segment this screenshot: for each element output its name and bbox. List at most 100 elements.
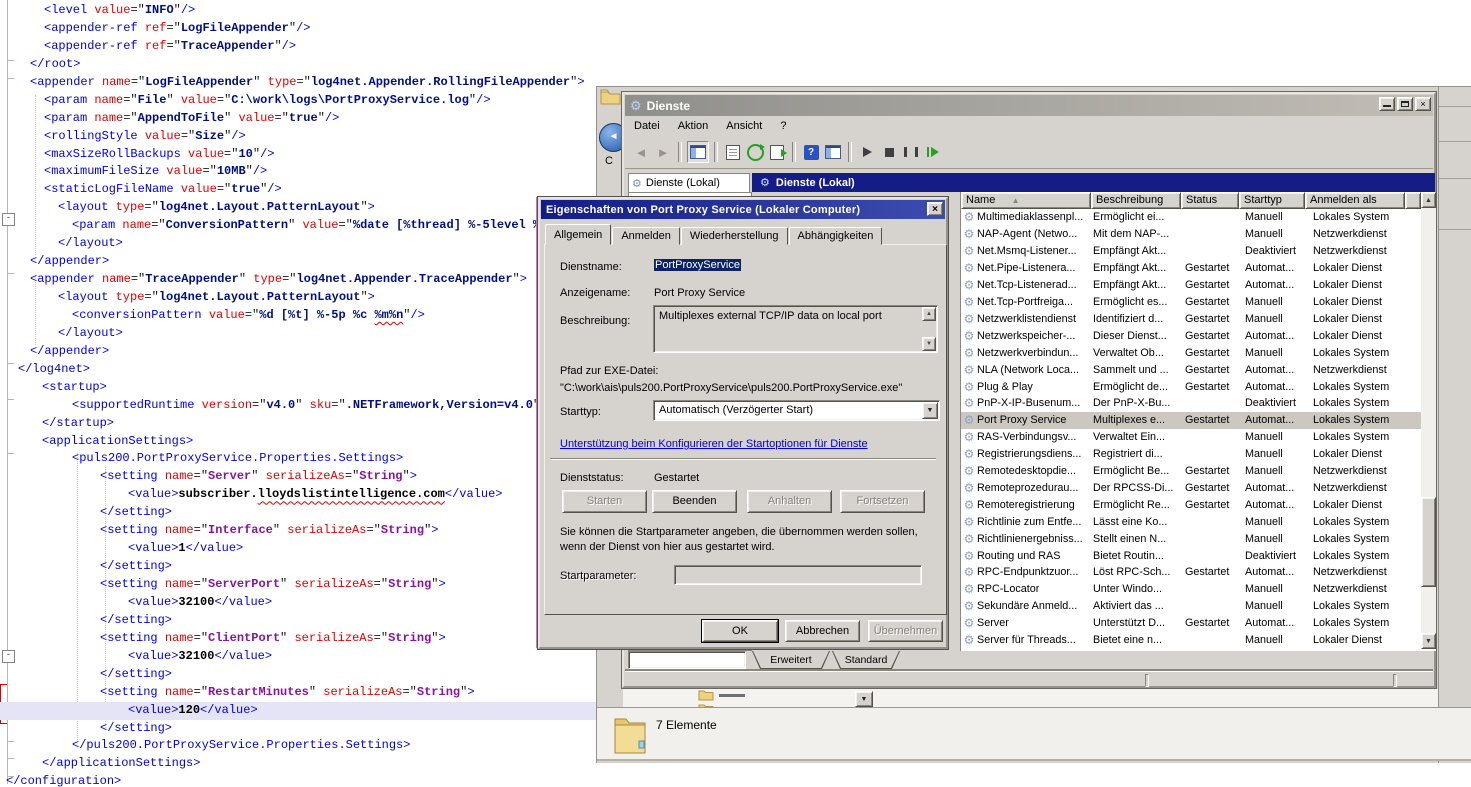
pfad-value: "C:\work\ais\puls200.PortProxyService\pu… [560,382,902,394]
service-row[interactable]: ⚙Routing und RASBietet Routin...Deaktivi… [961,547,1421,564]
column-header-anmelden-als[interactable]: Anmelden als [1305,192,1405,209]
restart-service-icon[interactable] [923,142,943,162]
tab-wiederherstellung[interactable]: Wiederherstellung [681,227,788,245]
starten-button[interactable]: Starten [562,490,647,513]
dienstname-value[interactable]: PortProxyService [654,259,741,271]
scroll-down-button[interactable]: ▼ [922,337,936,351]
menu-aktion[interactable]: Aktion [669,118,718,134]
dropdown-button[interactable]: ▼ [855,691,873,707]
service-row[interactable]: ⚙Netzwerkverbindun...Verwaltet Ob...Gest… [961,344,1421,361]
code-line: <value>1</value> [0,540,598,558]
panel-divider [1439,178,1471,179]
service-row[interactable]: ⚙NLA (Network Loca...Sammelt und ...Gest… [961,361,1421,378]
column-header-name[interactable]: Name ▲ [961,192,1091,209]
service-row[interactable]: ⚙Netzwerkspeicher-...Dieser Dienst...Ges… [961,327,1421,344]
starttyp-dropdown[interactable]: Automatisch (Verzögerter Start) ▼ [653,400,940,421]
back-icon[interactable]: ◄ [631,142,651,162]
view-tab-erweitert[interactable]: Erweitert [752,651,830,669]
service-row[interactable]: ⚙Richtlinienergebniss...Stellt einen N..… [961,530,1421,547]
window-titlebar[interactable]: ⚙ Dienste [625,95,1433,116]
beschreibung-field[interactable]: Multiplexes external TCP/IP data on loca… [653,305,938,353]
forward-icon[interactable]: ► [653,142,673,162]
column-header-starttyp[interactable]: Starttyp [1239,192,1305,209]
code-line: <param name="ConversionPattern" value="%… [0,217,598,235]
scroll-up-button[interactable]: ▲ [922,307,936,321]
new-window-icon[interactable] [823,142,843,162]
code-line: <value>32100</value> [0,594,598,612]
service-row[interactable]: ⚙NetzwerklistendienstIdentifiziert d...G… [961,310,1421,327]
menu-ansicht[interactable]: Ansicht [717,118,771,134]
tab-allgemein[interactable]: Allgemein [545,224,611,245]
chevron-down-icon[interactable]: ▼ [922,402,938,419]
dialog-titlebar[interactable]: Eigenschaften von Port Proxy Service (Lo… [541,200,945,219]
service-row[interactable]: ⚙Multimediaklassenpl...Ermöglicht ei...M… [961,209,1421,226]
service-gear-icon: ⚙ [961,312,977,326]
service-row[interactable]: ⚙Net.Tcp-Listenerad...Empfängt Akt...Ges… [961,277,1421,294]
menu-help[interactable]: ? [771,118,795,134]
service-row[interactable]: ⚙Plug & PlayErmöglicht de...GestartetAut… [961,378,1421,395]
pause-service-icon[interactable] [901,142,921,162]
close-icon[interactable]: × [927,202,943,216]
mmc-statusbar [625,671,1433,687]
service-row[interactable]: ⚙NAP-Agent (Netwo...Mit dem NAP-...Manue… [961,226,1421,243]
service-row[interactable]: ⚙PnP-X-IP-Busenum...Der PnP-X-Bu...Deakt… [961,395,1421,412]
code-line: </setting> [0,558,598,576]
show-tree-icon[interactable] [687,141,709,163]
fortsetzen-button[interactable]: Fortsetzen [840,490,925,513]
service-row[interactable]: ⚙Sekundäre Anmeld...Aktiviert das ...Man… [961,598,1421,615]
help-icon[interactable]: ? [801,142,821,162]
menu-datei[interactable]: Datei [625,118,669,134]
beenden-button[interactable]: Beenden [652,490,737,513]
service-row[interactable]: ⚙Server für Threads...Bietet eine n...Ma… [961,632,1421,649]
startparameter-input[interactable] [674,565,922,585]
vertical-scrollbar[interactable]: ▲ ▼ [1421,192,1436,649]
code-line: </configuration> [0,773,598,787]
service-gear-icon: ⚙ [961,261,977,275]
panel-divider [1439,141,1471,142]
minimize-icon[interactable] [1379,97,1395,111]
stop-service-icon[interactable] [879,142,899,162]
service-row[interactable]: ⚙RPC-Endpunktzuor...Löst RPC-Sch...Gesta… [961,564,1421,581]
service-row[interactable]: ⚙Remotedesktopdie...Ermöglicht Be...Gest… [961,463,1421,480]
apply-button[interactable]: Übernehmen [868,620,943,642]
tab-anmelden[interactable]: Anmelden [612,227,680,245]
start-service-icon[interactable] [857,142,877,162]
view-tab-standard[interactable]: Standard [832,651,900,669]
status-item-count: 7 Elemente [656,718,717,732]
refresh-icon[interactable] [745,142,765,162]
properties-icon[interactable] [723,142,743,162]
scroll-up-button[interactable]: ▲ [1421,192,1436,208]
close-icon[interactable]: × [1415,97,1431,111]
export-list-icon[interactable] [767,142,787,162]
ok-button[interactable]: OK [702,620,778,642]
service-row[interactable]: ⚙RAS-Verbindungsv...Verwaltet Ein...Manu… [961,429,1421,446]
service-row[interactable]: ⚙Registrierungsdiens...Registriert di...… [961,446,1421,463]
anhalten-button[interactable]: Anhalten [747,490,832,513]
column-header-status[interactable]: Status [1181,192,1239,209]
service-row[interactable]: ⚙Port Proxy ServiceMultiplexes e...Gesta… [961,412,1421,429]
service-row[interactable]: ⚙Net.Msmq-Listener...Empfängt Akt...Deak… [961,243,1421,260]
service-row[interactable]: ⚙Net.Pipe-Listenera...Empfängt Akt...Ges… [961,260,1421,277]
code-line: </setting> [0,504,598,522]
service-row[interactable]: ⚙RPC-LocatorUnter Windo...ManuellNetzwer… [961,581,1421,598]
cancel-button[interactable]: Abbrechen [785,620,860,642]
service-row[interactable]: ⚙RemoteregistrierungErmöglicht Re...Gest… [961,496,1421,513]
address-fragment: C [605,155,613,167]
scrollbar-thumb[interactable] [1421,497,1436,587]
tree-tab-dienste-lokal[interactable]: ⚙ Dienste (Lokal) [628,173,750,192]
tree-tab-label: Dienste (Lokal) [646,177,720,189]
service-row[interactable]: ⚙Remoteprozedurau...Der RPCSS-Di...Gesta… [961,480,1421,497]
startoptions-help-link[interactable]: Unterstützung beim Konfigurieren der Sta… [560,438,868,450]
code-line: <value>32100</value> [0,648,598,666]
folder-icon[interactable] [698,688,714,701]
service-row[interactable]: ⚙ServerUnterstützt D...GestartetAutomat.… [961,615,1421,632]
anzeigename-label: Anzeigename: [560,287,630,299]
service-row[interactable]: ⚙Richtlinie zum Entfe...Lässt eine Ko...… [961,513,1421,530]
tab-abhängigkeiten[interactable]: Abhängigkeiten [789,227,883,245]
column-header-beschreibung[interactable]: Beschreibung [1091,192,1181,209]
service-gear-icon: ⚙ [961,565,977,579]
dienststatus-label: Dienststatus: [560,472,624,484]
service-row[interactable]: ⚙Net.Tcp-Portfreiga...Ermöglicht es...Ge… [961,294,1421,311]
scroll-down-button[interactable]: ▼ [1421,633,1436,649]
maximize-icon[interactable] [1397,97,1413,111]
